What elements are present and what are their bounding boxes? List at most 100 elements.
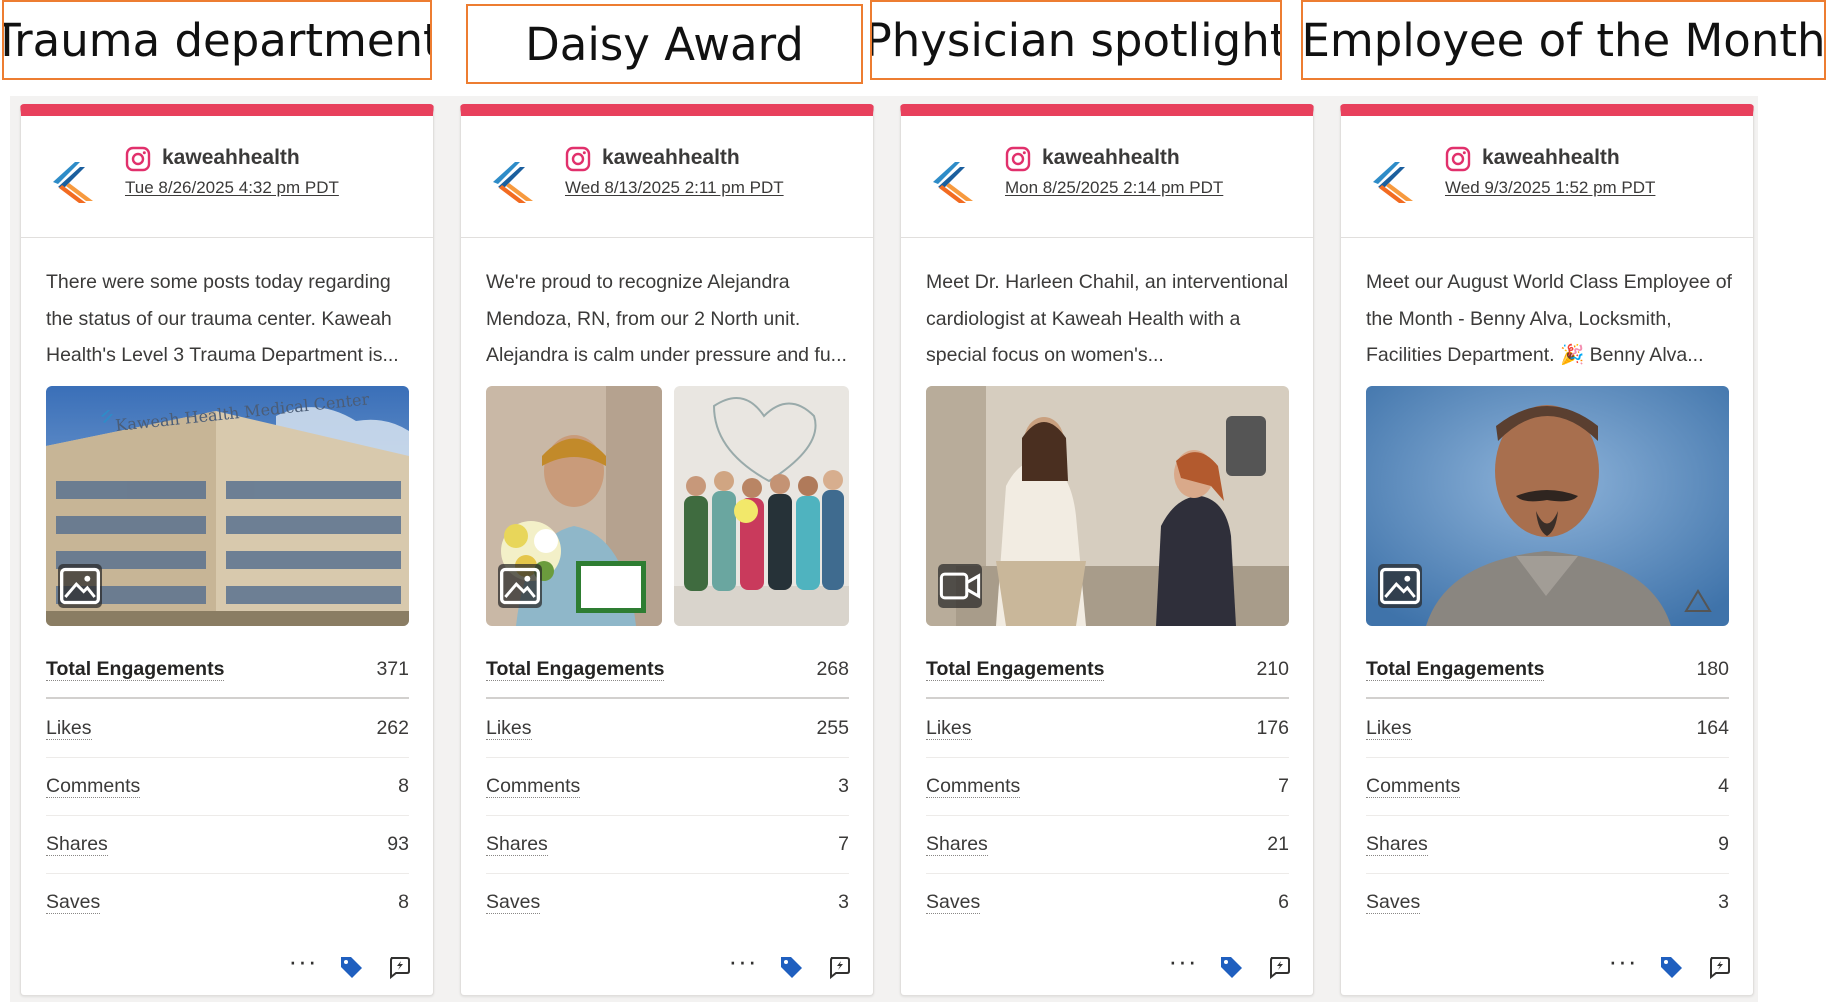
stat-total-engagements: Total Engagements 180	[1366, 641, 1729, 699]
post-date-link[interactable]: Wed 9/3/2025 1:52 pm PDT	[1445, 178, 1655, 198]
instagram-icon	[1005, 146, 1031, 172]
post-date-link[interactable]: Tue 8/26/2025 4:32 pm PDT	[125, 178, 339, 198]
card-actions: ···	[1169, 948, 1293, 981]
stat-label[interactable]: Comments	[46, 775, 141, 798]
tag-icon	[781, 957, 802, 978]
stat-total-engagements: Total Engagements 268	[486, 641, 849, 699]
tag-icon	[1221, 957, 1242, 978]
stat-label[interactable]: Shares	[1366, 833, 1428, 856]
header-label-employee: Employee of the Month	[1301, 0, 1826, 80]
stat-total-engagements: Total Engagements 210	[926, 641, 1289, 699]
card-header: kaweahhealth Mon 8/25/2025 2:14 pm PDT	[901, 116, 1313, 238]
post-card[interactable]: kaweahhealth Tue 8/26/2025 4:32 pm PDT T…	[20, 104, 434, 996]
stat-label[interactable]: Likes	[486, 717, 532, 740]
stat-value: 6	[1278, 891, 1289, 913]
post-caption: We're proud to recognize Alejandra Mendo…	[486, 271, 847, 366]
kaweah-logo-icon	[1373, 162, 1413, 203]
card-header: kaweahhealth Wed 9/3/2025 1:52 pm PDT	[1341, 116, 1753, 238]
quick-reply-button[interactable]	[385, 953, 413, 981]
stat-label[interactable]: Comments	[926, 775, 1021, 798]
stat-label[interactable]: Comments	[1366, 775, 1461, 798]
card-header: kaweahhealth Wed 8/13/2025 2:11 pm PDT	[461, 116, 873, 238]
more-options-button[interactable]: ···	[289, 948, 317, 981]
stat-label[interactable]: Total Engagements	[486, 658, 665, 681]
stat-value: 21	[1267, 833, 1289, 855]
post-media[interactable]: Kaweah Health Medical Center	[46, 386, 409, 626]
stat-value: 255	[816, 716, 849, 739]
image-type-badge	[58, 564, 102, 608]
stat-value: 3	[838, 775, 849, 797]
account-name[interactable]: kaweahhealth	[1482, 146, 1620, 170]
stat-likes: Likes 255	[486, 699, 849, 757]
ellipsis-icon: ···	[728, 946, 758, 976]
ellipsis-icon: ···	[1608, 946, 1638, 976]
account-name[interactable]: kaweahhealth	[1042, 146, 1180, 170]
more-options-button[interactable]: ···	[1609, 948, 1637, 981]
stat-saves: Saves 8	[46, 873, 409, 931]
quick-reply-button[interactable]	[1265, 953, 1293, 981]
stat-value: 3	[838, 891, 849, 913]
stat-value: 7	[1278, 775, 1289, 797]
stat-label[interactable]: Shares	[486, 833, 548, 856]
stat-label[interactable]: Shares	[926, 833, 988, 856]
post-card[interactable]: kaweahhealth Mon 8/25/2025 2:14 pm PDT M…	[900, 104, 1314, 996]
post-caption: Meet our August World Class Employee of …	[1366, 271, 1732, 366]
post-card[interactable]: kaweahhealth Wed 9/3/2025 1:52 pm PDT Me…	[1340, 104, 1754, 996]
stat-label[interactable]: Saves	[486, 891, 541, 914]
stat-label[interactable]: Comments	[486, 775, 581, 798]
stat-label[interactable]: Total Engagements	[926, 658, 1105, 681]
quick-reply-button[interactable]	[1705, 953, 1733, 981]
post-media-left[interactable]	[486, 386, 662, 626]
account-name[interactable]: kaweahhealth	[162, 146, 300, 170]
stat-label[interactable]: Total Engagements	[46, 658, 225, 681]
header-label-physician: Physician spotlight	[870, 0, 1282, 80]
tag-button[interactable]	[777, 953, 805, 981]
instagram-icon	[565, 146, 591, 172]
header-label-daisy: Daisy Award	[466, 4, 863, 84]
engagement-stats: Total Engagements 268 Likes 255 Comments…	[486, 641, 849, 931]
stat-shares: Shares 21	[926, 815, 1289, 873]
stat-label[interactable]: Total Engagements	[1366, 658, 1545, 681]
video-type-badge	[938, 564, 982, 608]
stat-value: 371	[376, 657, 409, 680]
more-options-button[interactable]: ···	[1169, 948, 1197, 981]
stat-label[interactable]: Saves	[46, 891, 101, 914]
more-options-button[interactable]: ···	[729, 948, 757, 981]
lightning-chat-icon	[390, 957, 410, 980]
post-card[interactable]: kaweahhealth Wed 8/13/2025 2:11 pm PDT W…	[460, 104, 874, 996]
stat-label[interactable]: Likes	[926, 717, 972, 740]
stat-value: 9	[1718, 833, 1729, 855]
stat-label[interactable]: Shares	[46, 833, 108, 856]
tag-button[interactable]	[337, 953, 365, 981]
post-media[interactable]	[926, 386, 1289, 626]
tag-icon	[1661, 957, 1682, 978]
stat-value: 210	[1256, 657, 1289, 680]
ellipsis-icon: ···	[288, 946, 318, 976]
stat-shares: Shares 93	[46, 815, 409, 873]
kaweah-logo-icon	[933, 162, 973, 203]
account-name[interactable]: kaweahhealth	[602, 146, 740, 170]
image-type-badge	[498, 564, 542, 608]
stat-label[interactable]: Likes	[1366, 717, 1412, 740]
image-icon	[1380, 567, 1420, 605]
post-media-right[interactable]	[674, 386, 849, 626]
post-caption: Meet Dr. Harleen Chahil, an intervention…	[926, 271, 1289, 366]
stat-label[interactable]: Saves	[1366, 891, 1421, 914]
stat-value: 164	[1696, 716, 1729, 739]
stat-shares: Shares 7	[486, 815, 849, 873]
stat-value: 8	[398, 891, 409, 913]
engagement-stats: Total Engagements 371 Likes 262 Comments…	[46, 641, 409, 931]
post-media[interactable]	[1366, 386, 1729, 626]
stat-label[interactable]: Likes	[46, 717, 92, 740]
stat-saves: Saves 3	[486, 873, 849, 931]
tag-button[interactable]	[1657, 953, 1685, 981]
engagement-stats: Total Engagements 180 Likes 164 Comments…	[1366, 641, 1729, 931]
quick-reply-button[interactable]	[825, 953, 853, 981]
post-date-link[interactable]: Wed 8/13/2025 2:11 pm PDT	[565, 178, 784, 198]
post-date-link[interactable]: Mon 8/25/2025 2:14 pm PDT	[1005, 178, 1223, 198]
tag-icon	[341, 957, 362, 978]
stat-value: 8	[398, 775, 409, 797]
stat-value: 7	[838, 833, 849, 855]
stat-label[interactable]: Saves	[926, 891, 981, 914]
tag-button[interactable]	[1217, 953, 1245, 981]
